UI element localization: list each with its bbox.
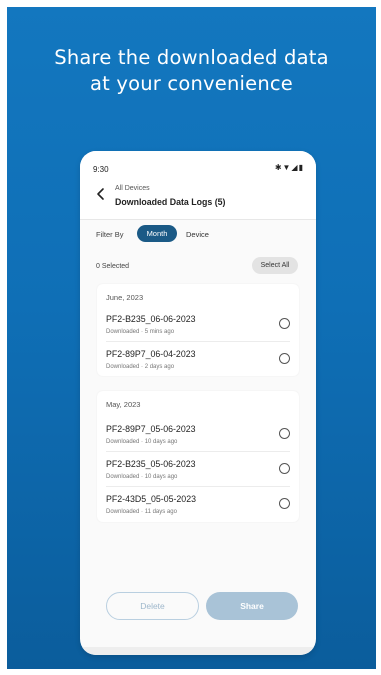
log-name: PF2-89P7_05-06-2023 (106, 424, 196, 434)
select-radio[interactable] (279, 498, 290, 509)
list-item[interactable]: PF2-B235_06-06-2023 Downloaded · 5 mins … (97, 306, 299, 341)
list-item[interactable]: PF2-B235_05-06-2023 Downloaded · 10 days… (97, 451, 299, 486)
breadcrumb[interactable]: All Devices (115, 185, 150, 192)
selected-count: 0 Selected (96, 263, 130, 270)
log-meta: Downloaded · 2 days ago (106, 364, 175, 370)
list-item[interactable]: PF2-89P7_06-04-2023 Downloaded · 2 days … (97, 341, 299, 376)
group-title: June, 2023 (106, 293, 144, 302)
group-card-may: May, 2023 PF2-89P7_05-06-2023 Downloaded… (97, 391, 299, 522)
back-arrow-icon[interactable] (94, 187, 108, 201)
status-time: 9:30 (93, 165, 109, 174)
log-meta: Downloaded · 5 mins ago (106, 329, 175, 335)
log-name: PF2-43D5_05-05-2023 (106, 494, 196, 504)
select-all-button[interactable]: Select All (252, 257, 298, 274)
promo-background: Share the downloaded data at your conven… (7, 7, 376, 669)
filter-label: Filter By (96, 230, 124, 239)
nav-bar (80, 647, 316, 655)
filter-bar: Filter By Month Device (80, 219, 316, 249)
group-title: May, 2023 (106, 400, 141, 409)
app-bar: All Devices Downloaded Data Logs (5) (80, 177, 316, 220)
log-name: PF2-B235_06-06-2023 (106, 314, 196, 324)
select-radio[interactable] (279, 428, 290, 439)
list-item[interactable]: PF2-43D5_05-05-2023 Downloaded · 11 days… (97, 486, 299, 521)
select-radio[interactable] (279, 463, 290, 474)
group-card-june: June, 2023 PF2-B235_06-06-2023 Downloade… (97, 284, 299, 376)
headline-line-1: Share the downloaded data (54, 46, 329, 69)
status-bar: 9:30 ✱▼◢▮ (80, 151, 316, 177)
phone-screen: 9:30 ✱▼◢▮ All Devices Downloaded Data Lo… (80, 151, 316, 655)
filter-chip-device[interactable]: Device (186, 230, 209, 239)
promo-headline: Share the downloaded data at your conven… (7, 45, 376, 97)
status-icons: ✱▼◢▮ (274, 163, 304, 172)
row-divider (106, 486, 290, 487)
log-meta: Downloaded · 11 days ago (106, 509, 177, 515)
log-meta: Downloaded · 10 days ago (106, 474, 178, 480)
share-button[interactable]: Share (206, 592, 298, 620)
log-meta: Downloaded · 10 days ago (106, 439, 178, 445)
select-radio[interactable] (279, 353, 290, 364)
headline-line-2: at your convenience (89, 72, 294, 95)
delete-button[interactable]: Delete (106, 592, 199, 620)
list-item[interactable]: PF2-89P7_05-06-2023 Downloaded · 10 days… (97, 416, 299, 451)
log-name: PF2-B235_05-06-2023 (106, 459, 196, 469)
row-divider (106, 451, 290, 452)
filter-chip-month[interactable]: Month (137, 225, 177, 242)
page-title: Downloaded Data Logs (5) (115, 197, 226, 207)
log-name: PF2-89P7_06-04-2023 (106, 349, 196, 359)
row-divider (106, 341, 290, 342)
select-radio[interactable] (279, 318, 290, 329)
